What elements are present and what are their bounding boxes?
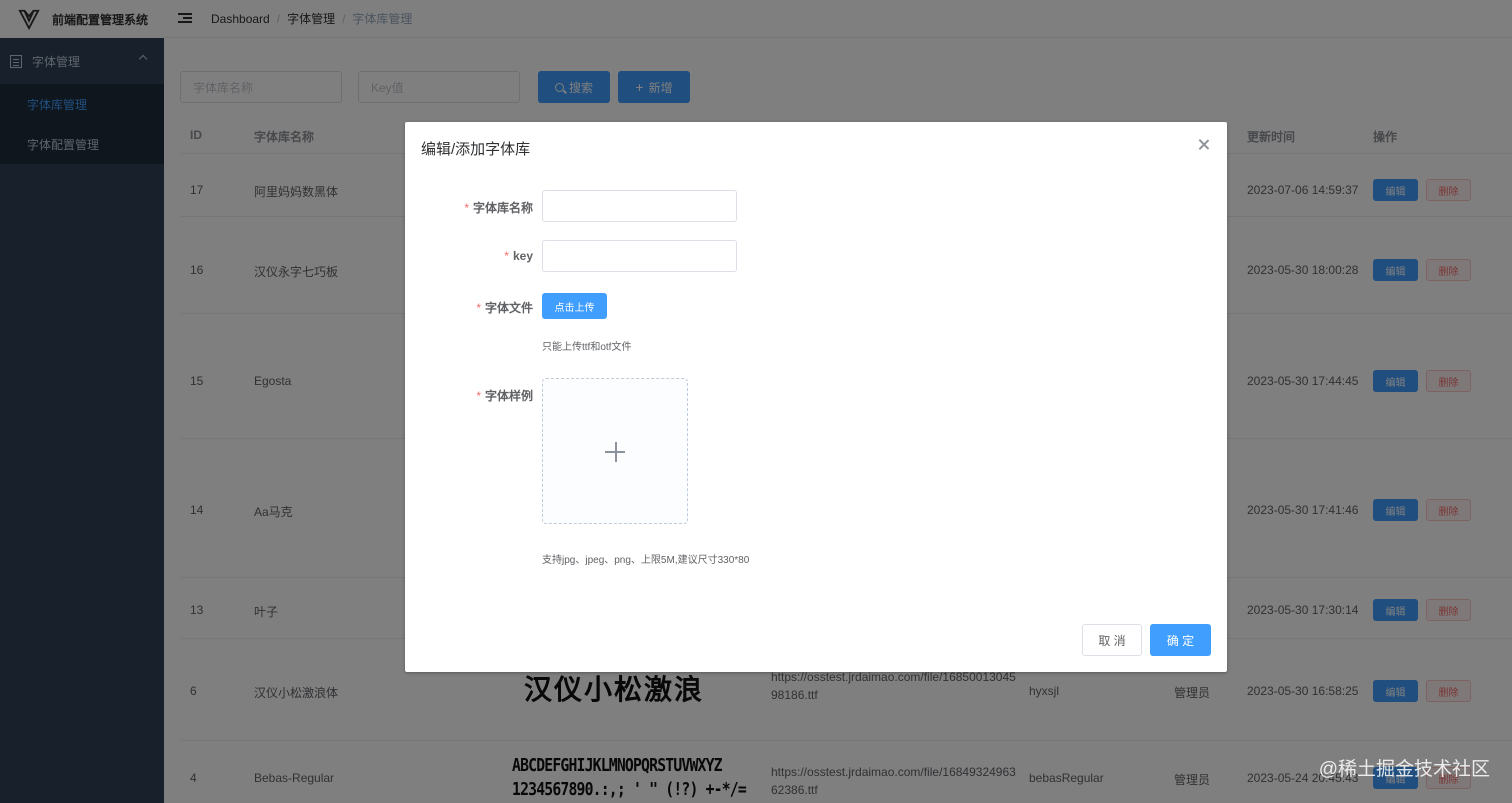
dialog-title: 编辑/添加字体库: [421, 141, 531, 158]
file-type-tip: 只能上传ttf和otf文件: [542, 342, 632, 353]
label-font-file: * 字体文件: [476, 301, 533, 315]
image-tip: 支持jpg、jpeg、png、上限5M,建议尺寸330*80: [542, 555, 750, 566]
label-key: * key: [504, 249, 533, 263]
cancel-button[interactable]: 取 消: [1082, 624, 1142, 656]
upload-button[interactable]: 点击上传: [542, 293, 607, 319]
close-icon[interactable]: [1197, 138, 1211, 152]
edit-font-dialog: 编辑/添加字体库 * 字体库名称 * key * 字体文件 点击上传 只能上传ttf和…: [405, 122, 1227, 672]
label-font-sample: * 字体样例: [476, 389, 533, 403]
confirm-button[interactable]: 确 定: [1150, 624, 1211, 656]
key-input[interactable]: [542, 240, 737, 272]
label-font-name: * 字体库名称: [464, 201, 533, 215]
image-upload-area[interactable]: [542, 378, 688, 524]
watermark: @稀土掘金技术社区: [1318, 759, 1490, 780]
font-name-input[interactable]: [542, 190, 737, 222]
